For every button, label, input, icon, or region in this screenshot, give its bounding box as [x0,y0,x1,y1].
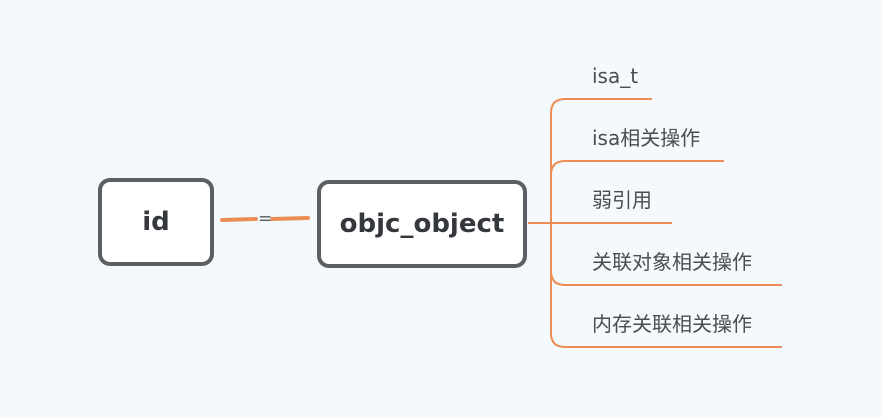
branch-isa-t[interactable]: isa_t [592,64,638,88]
link-id-right-segment [270,216,310,221]
branch-weak-reference[interactable]: 弱引用 [592,188,652,212]
branch-memory-association-operations[interactable]: 内存关联相关操作 [592,312,752,336]
objc-object-node-label: objc_object [339,209,505,239]
equals-sign: = [258,209,273,229]
id-node-label: id [142,207,170,237]
branch-associated-object-operations[interactable]: 关联对象相关操作 [592,250,752,274]
link-id-left-segment [220,217,258,222]
mind-map-canvas: id = objc_object isa_t isa相关操作 弱引用 关联对象相… [0,0,882,418]
branch-isa-operations[interactable]: isa相关操作 [592,126,700,150]
id-node[interactable]: id [98,178,214,266]
objc-object-node[interactable]: objc_object [317,180,527,268]
